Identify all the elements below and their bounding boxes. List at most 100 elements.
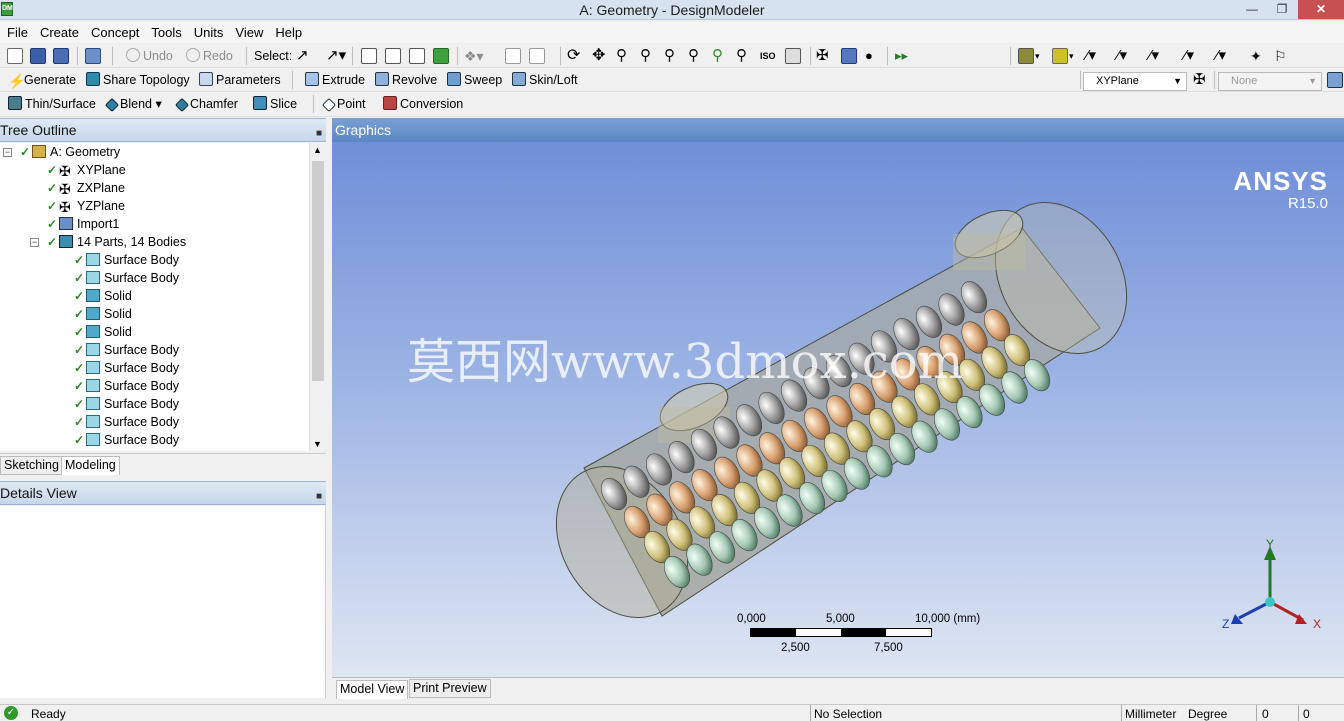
pin-tool-icon[interactable]: ✦ — [1250, 48, 1262, 64]
line-icon[interactable]: ⁄▾ — [1086, 48, 1096, 64]
scroll-down-icon[interactable]: ▼ — [313, 439, 322, 449]
new-plane-icon[interactable]: ✠ — [1193, 72, 1206, 88]
tree-node-body[interactable]: ✓ Surface Body — [74, 359, 179, 377]
body-color-dropdown[interactable]: ▾ — [1035, 48, 1040, 64]
menu-concept[interactable]: Concept — [84, 22, 144, 40]
collapse-icon[interactable]: − — [3, 148, 12, 157]
zoom-box-icon[interactable]: ⚲ — [640, 48, 651, 64]
select-faces-icon[interactable] — [409, 48, 425, 64]
select-filter-icon[interactable]: ↗▾ — [326, 48, 346, 64]
tree-scrollbar[interactable]: ▲ ▼ — [309, 143, 326, 451]
sketch-select[interactable]: None ▼ — [1218, 72, 1322, 91]
tree-node-body[interactable]: ✓ Surface Body — [74, 413, 179, 431]
tree-node-root[interactable]: ✓ A: Geometry — [20, 143, 120, 161]
chamfer-button[interactable]: Chamfer — [174, 96, 238, 113]
zoom-selection-icon[interactable]: ⚲ — [688, 48, 699, 64]
shaded-view-icon[interactable] — [841, 48, 857, 64]
slice-button[interactable]: Slice — [253, 96, 297, 112]
tree-node-import[interactable]: ✓ Import1 — [47, 215, 119, 233]
zoom-green-icon[interactable]: ⚲ — [712, 48, 723, 64]
close-button[interactable]: ✕ — [1298, 0, 1344, 19]
undo-button[interactable]: Undo — [126, 48, 173, 64]
display-icon[interactable] — [785, 48, 801, 64]
tab-modeling[interactable]: Modeling — [61, 456, 120, 475]
menu-create[interactable]: Create — [33, 22, 84, 40]
select-bodies-icon[interactable] — [433, 48, 449, 64]
generate-button[interactable]: ⚡Generate — [8, 72, 76, 89]
scroll-up-icon[interactable]: ▲ — [313, 145, 322, 155]
zoom-icon[interactable]: ⚲ — [616, 48, 627, 64]
pin-icon[interactable]: ■ — [316, 123, 322, 145]
thin-surface-button[interactable]: Thin/Surface — [8, 96, 96, 112]
pin-icon[interactable]: ■ — [316, 486, 322, 508]
window-title: A: Geometry - DesignModeler — [579, 2, 765, 18]
share-topology-button[interactable]: Share Topology — [86, 72, 190, 88]
extend-selection-icon[interactable]: ❖▾ — [464, 48, 484, 64]
screenshot-icon[interactable] — [85, 48, 101, 64]
rotate-icon[interactable]: ⟳ — [567, 48, 580, 64]
tree-node-zxplane[interactable]: ✓ ✠ ZXPlane — [47, 179, 125, 197]
solid-body-icon — [86, 325, 100, 338]
plane-select[interactable]: XYPlane ▼ — [1083, 72, 1187, 91]
point-button[interactable]: Point — [321, 96, 366, 113]
select-mode-icon[interactable]: ↗ — [296, 48, 309, 64]
conversion-button[interactable]: Conversion — [383, 96, 463, 112]
pan-icon[interactable]: ✥ — [592, 48, 605, 64]
new-sketch-icon[interactable] — [1327, 72, 1343, 88]
tree-node-yzplane[interactable]: ✓ ✠ YZPlane — [47, 197, 125, 215]
tree-node-body[interactable]: ✓ Surface Body — [74, 269, 179, 287]
parameters-button[interactable]: Parameters — [199, 72, 281, 88]
blend-button[interactable]: Blend ▾ — [104, 96, 162, 113]
select-edges-icon[interactable] — [385, 48, 401, 64]
zoom-fit-icon[interactable]: ⚲ — [664, 48, 675, 64]
tree-node-body[interactable]: ✓ Solid — [74, 323, 132, 341]
scroll-thumb[interactable] — [312, 161, 324, 381]
body-color-icon[interactable] — [1018, 48, 1034, 64]
tree-node-body[interactable]: ✓ Surface Body — [74, 341, 179, 359]
minimize-button[interactable]: — — [1238, 0, 1266, 19]
tab-sketching[interactable]: Sketching — [0, 456, 63, 475]
line-3-icon[interactable]: ⁄▾ — [1184, 48, 1194, 64]
menu-tools[interactable]: Tools — [144, 22, 186, 40]
menu-view[interactable]: View — [228, 22, 268, 40]
edge-color-dropdown[interactable]: ▾ — [1069, 48, 1074, 64]
menu-units[interactable]: Units — [187, 22, 229, 40]
sweep-button[interactable]: Sweep — [447, 72, 502, 88]
tree-node-body[interactable]: ✓ Surface Body — [74, 431, 179, 449]
line-2-icon[interactable]: ⁄▾ — [1149, 48, 1159, 64]
menu-file[interactable]: File — [0, 22, 33, 40]
skin-loft-button[interactable]: Skin/Loft — [512, 72, 578, 88]
save-as-icon[interactable] — [53, 48, 69, 64]
tree-node-body[interactable]: ✓ Surface Body — [74, 395, 179, 413]
revolve-button[interactable]: Revolve — [375, 72, 437, 88]
triad-icon[interactable]: ✠ — [816, 48, 829, 64]
iso-view-icon[interactable]: ISO — [760, 48, 776, 64]
edge-color-icon[interactable] — [1052, 48, 1068, 64]
box-select-icon[interactable] — [505, 48, 521, 64]
save-icon[interactable] — [30, 48, 46, 64]
tree-node-body[interactable]: ✓ Solid — [74, 305, 132, 323]
tab-model-view[interactable]: Model View — [336, 680, 409, 699]
redo-button[interactable]: Redo — [186, 48, 233, 64]
point-display-icon[interactable]: ● — [865, 48, 873, 64]
line-x-icon[interactable]: ⁄▾ — [1216, 48, 1226, 64]
line-1-icon[interactable]: ⁄▾ — [1117, 48, 1127, 64]
magnifier-icon[interactable]: ⚲ — [736, 48, 747, 64]
tree-node-body[interactable]: ✓ Solid — [74, 287, 132, 305]
extrude-button[interactable]: Extrude — [305, 72, 365, 88]
y-axis-label: Y — [1266, 538, 1274, 551]
collapse-icon[interactable]: − — [30, 238, 39, 247]
maximize-button[interactable]: ❐ — [1268, 0, 1296, 19]
menu-help[interactable]: Help — [268, 22, 307, 40]
tree-node-body[interactable]: ✓ Surface Body — [74, 377, 179, 395]
flag-icon[interactable]: ⚐ — [1274, 48, 1287, 64]
tab-print-preview[interactable]: Print Preview — [409, 679, 491, 698]
select-points-icon[interactable] — [361, 48, 377, 64]
new-icon[interactable] — [7, 48, 23, 64]
select-all-icon[interactable] — [529, 48, 545, 64]
graphics-viewport[interactable]: ANSYS R15.0 莫西网www.3dmox.com 0,000 5,000… — [332, 142, 1344, 677]
rulers-icon[interactable]: ▸▸ — [895, 48, 908, 64]
tree-node-xyplane[interactable]: ✓ ✠ XYPlane — [47, 161, 126, 179]
tree-node-parts[interactable]: ✓ 14 Parts, 14 Bodies — [47, 233, 186, 251]
tree-node-body[interactable]: ✓ Surface Body — [74, 251, 179, 269]
